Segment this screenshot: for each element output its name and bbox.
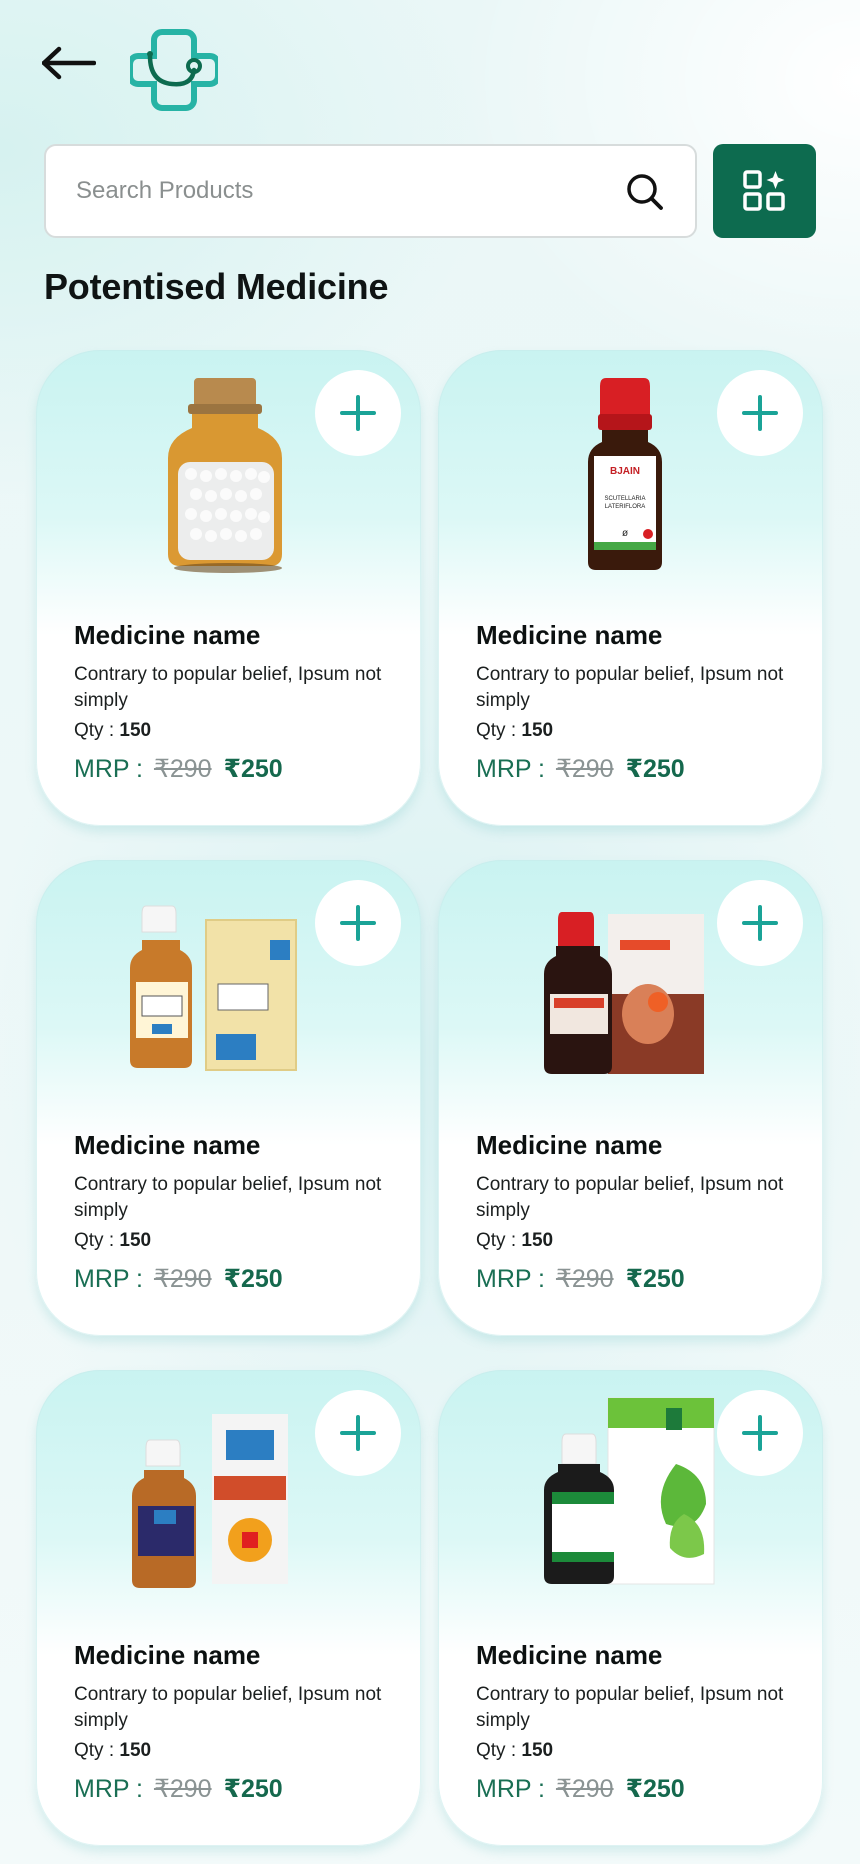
search-input[interactable] bbox=[76, 146, 616, 236]
add-to-cart-button[interactable] bbox=[315, 370, 401, 456]
product-qty: Qty : 150 bbox=[74, 720, 152, 741]
category-grid-button[interactable] bbox=[713, 144, 816, 238]
add-to-cart-button[interactable] bbox=[315, 1390, 401, 1476]
product-description: Contrary to popular belief, Ipsum not si… bbox=[476, 1174, 784, 1221]
product-description: Contrary to popular belief, Ipsum not si… bbox=[476, 1684, 784, 1731]
plus-icon bbox=[340, 905, 376, 941]
grid-sparkle-icon bbox=[743, 170, 785, 211]
product-name: Medicine name bbox=[74, 1130, 261, 1160]
product-qty: Qty : 150 bbox=[476, 1740, 554, 1761]
product-name: Medicine name bbox=[74, 620, 261, 650]
plus-icon bbox=[340, 1415, 376, 1451]
product-qty: Qty : 150 bbox=[74, 1230, 152, 1251]
plus-icon bbox=[742, 395, 778, 431]
plus-icon bbox=[742, 905, 778, 941]
product-card[interactable]: Medicine name Contrary to popular belief… bbox=[36, 1370, 421, 1846]
add-to-cart-button[interactable] bbox=[315, 880, 401, 966]
back-button[interactable] bbox=[41, 46, 97, 80]
svg-text:BJAIN: BJAIN bbox=[610, 466, 640, 477]
new-price: ₹250 bbox=[223, 755, 283, 783]
product-price: MRP : ₹290 ₹250 bbox=[476, 1265, 685, 1293]
add-to-cart-button[interactable] bbox=[717, 880, 803, 966]
product-price: MRP : ₹290 ₹250 bbox=[476, 1775, 685, 1803]
add-to-cart-button[interactable] bbox=[717, 370, 803, 456]
search-icon[interactable] bbox=[625, 172, 665, 212]
plus-icon bbox=[340, 395, 376, 431]
product-description: Contrary to popular belief, Ipsum not si… bbox=[74, 1684, 382, 1731]
product-name: Medicine name bbox=[476, 620, 663, 650]
product-name: Medicine name bbox=[74, 1640, 261, 1670]
svg-text:SCUTELLARIA: SCUTELLARIA bbox=[604, 496, 645, 502]
new-price: ₹250 bbox=[625, 755, 685, 783]
product-qty: Qty : 150 bbox=[476, 720, 554, 741]
product-card[interactable]: Medicine name Contrary to popular belief… bbox=[36, 350, 421, 826]
new-price: ₹250 bbox=[625, 1775, 685, 1803]
arrow-left-icon bbox=[41, 46, 97, 80]
product-price: MRP : ₹290 ₹250 bbox=[74, 1775, 283, 1803]
product-price: MRP : ₹290 ₹250 bbox=[74, 755, 283, 783]
product-name: Medicine name bbox=[476, 1130, 663, 1160]
old-price: ₹290 bbox=[555, 1265, 614, 1293]
old-price: ₹290 bbox=[555, 1775, 614, 1803]
old-price: ₹290 bbox=[153, 1265, 212, 1293]
product-description: Contrary to popular belief, Ipsum not si… bbox=[476, 664, 784, 711]
add-to-cart-button[interactable] bbox=[717, 1390, 803, 1476]
old-price: ₹290 bbox=[555, 755, 614, 783]
product-qty: Qty : 150 bbox=[74, 1740, 152, 1761]
header bbox=[0, 0, 860, 130]
new-price: ₹250 bbox=[625, 1265, 685, 1293]
svg-text:ø: ø bbox=[622, 528, 628, 539]
new-price: ₹250 bbox=[223, 1265, 283, 1293]
svg-text:LATERIFLORA: LATERIFLORA bbox=[605, 504, 646, 510]
app-logo bbox=[127, 26, 221, 114]
product-price: MRP : ₹290 ₹250 bbox=[476, 755, 685, 783]
product-card[interactable]: Medicine name Contrary to popular belief… bbox=[438, 1370, 823, 1846]
product-description: Contrary to popular belief, Ipsum not si… bbox=[74, 1174, 382, 1221]
search-bar bbox=[44, 144, 697, 238]
old-price: ₹290 bbox=[153, 755, 212, 783]
plus-icon bbox=[742, 1415, 778, 1451]
product-card[interactable]: BJAIN SCUTELLARIA LATERIFLORA ø Medicine… bbox=[438, 350, 823, 826]
product-card[interactable]: Medicine name Contrary to popular belief… bbox=[438, 860, 823, 1336]
product-qty: Qty : 150 bbox=[476, 1230, 554, 1251]
product-card[interactable]: Medicine name Contrary to popular belief… bbox=[36, 860, 421, 1336]
product-name: Medicine name bbox=[476, 1640, 663, 1670]
page-title: Potentised Medicine bbox=[44, 266, 389, 307]
product-price: MRP : ₹290 ₹250 bbox=[74, 1265, 283, 1293]
new-price: ₹250 bbox=[223, 1775, 283, 1803]
old-price: ₹290 bbox=[153, 1775, 212, 1803]
product-description: Contrary to popular belief, Ipsum not si… bbox=[74, 664, 382, 711]
medical-cross-stethoscope-logo bbox=[127, 29, 221, 111]
